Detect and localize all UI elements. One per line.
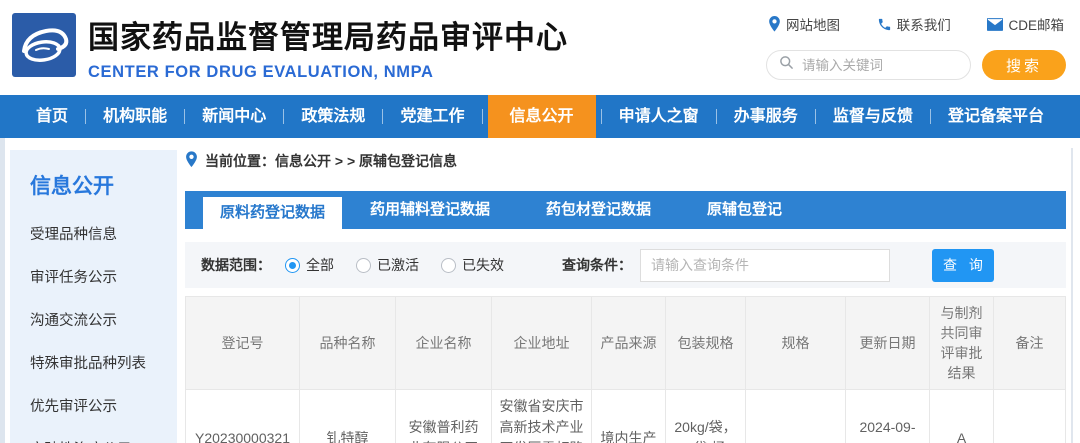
cell-spec <box>745 389 846 443</box>
col-packaging-spec: 包装规格 <box>665 296 746 390</box>
col-registration-number: 登记号 <box>185 296 300 390</box>
phone-icon <box>877 17 892 32</box>
col-company-address: 企业地址 <box>491 296 592 390</box>
radio-expired[interactable]: 已失效 <box>441 255 504 275</box>
sidebar-item-priority-review[interactable]: 优先审评公示 <box>30 398 177 417</box>
title-block: 国家药品监督管理局药品审评中心 CENTER FOR DRUG EVALUATI… <box>88 12 568 82</box>
sidebar-item-review-tasks[interactable]: 审评任务公示 <box>30 269 177 288</box>
table-header-row: 登记号 品种名称 企业名称 企业地址 产品来源 包装规格 规格 更新日期 与制剂… <box>185 296 1066 390</box>
nav-item-info-disclosure[interactable]: 信息公开 <box>487 95 596 138</box>
search-icon <box>779 55 794 75</box>
data-scope-radio-group: 全部 已激活 已失效 <box>285 255 504 275</box>
radio-unselected-icon[interactable] <box>356 257 371 273</box>
breadcrumb-text: 当前位置：信息公开 > > 原辅包登记信息 <box>205 153 458 169</box>
col-joint-review-result: 与制剂共同审评审批结果 <box>929 296 994 390</box>
radio-expired-label: 已失效 <box>462 257 504 273</box>
breadcrumb: 当前位置：信息公开 > > 原辅包登记信息 <box>185 150 1066 172</box>
main-panel: 当前位置：信息公开 > > 原辅包登记信息 原料药登记数据 药用辅料登记数据 药… <box>185 150 1066 443</box>
site-title: 国家药品监督管理局药品审评中心 <box>88 20 568 55</box>
nav-separator <box>85 109 87 124</box>
table-row: Y20230000321 钆特醇 安徽普利药业有限公司 安徽省安庆市高新技术产业… <box>185 389 1066 443</box>
nav-separator <box>283 109 285 124</box>
nav-separator <box>184 109 186 124</box>
sidebar-item-special-approval-list[interactable]: 特殊审批品种列表 <box>30 355 177 374</box>
col-remarks: 备注 <box>993 296 1066 390</box>
nav-item-registration-platform[interactable]: 登记备案平台 <box>936 95 1056 138</box>
nav-separator <box>929 109 931 124</box>
left-edge-stripe <box>0 138 5 443</box>
sidebar-item-communication[interactable]: 沟通交流公示 <box>30 312 177 331</box>
registration-table: 登记号 品种名称 企业名称 企业地址 产品来源 包装规格 规格 更新日期 与制剂… <box>185 296 1066 443</box>
mail-icon <box>987 17 1004 31</box>
cell-registration-number: Y20230000321 <box>185 389 300 443</box>
sidebar-info-disclosure: 信息公开 受理品种信息 审评任务公示 沟通交流公示 特殊审批品种列表 优先审评公… <box>10 150 177 443</box>
radio-all-label: 全部 <box>306 257 334 273</box>
main-nav: 首页 机构职能 新闻中心 政策法规 党建工作 信息公开 申请人之窗 办事服务 监… <box>0 95 1080 138</box>
registration-tabs: 原料药登记数据 药用辅料登记数据 药包材登记数据 原辅包登记 <box>185 191 1066 229</box>
location-pin-icon <box>185 151 198 171</box>
location-pin-icon <box>768 16 781 32</box>
nav-separator <box>715 109 717 124</box>
radio-all[interactable]: 全部 <box>285 255 334 275</box>
cell-update-date: 2024-09-30 <box>845 389 930 443</box>
nav-item-news[interactable]: 新闻中心 <box>190 95 278 138</box>
search-button[interactable]: 搜索 <box>982 50 1066 80</box>
tab-api-registration-data[interactable]: 原料药登记数据 <box>203 197 343 229</box>
query-condition-label: 查询条件： <box>562 257 632 273</box>
cde-logo-icon <box>12 13 76 77</box>
sidebar-item-accepted-varieties[interactable]: 受理品种信息 <box>30 226 177 245</box>
nav-separator <box>600 109 602 124</box>
nav-item-services[interactable]: 办事服务 <box>722 95 810 138</box>
page: 国家药品监督管理局药品审评中心 CENTER FOR DRUG EVALUATI… <box>0 0 1080 443</box>
radio-activated-label: 已激活 <box>377 257 419 273</box>
cell-company-name: 安徽普利药业有限公司 <box>395 389 492 443</box>
nav-item-party[interactable]: 党建工作 <box>388 95 476 138</box>
nav-item-supervision[interactable]: 监督与反馈 <box>821 95 925 138</box>
col-product-source: 产品来源 <box>591 296 666 390</box>
cde-mail-link[interactable]: CDE邮箱 <box>987 14 1064 34</box>
tab-api-excipient-packaging-registration[interactable]: 原辅包登记 <box>679 191 810 229</box>
nav-item-home[interactable]: 首页 <box>24 95 80 138</box>
keyword-search-input[interactable] <box>802 57 952 73</box>
nav-separator <box>481 109 483 124</box>
radio-unselected-icon[interactable] <box>441 257 456 273</box>
nav-separator <box>382 109 384 124</box>
contact-label: 联系我们 <box>896 18 951 33</box>
col-update-date: 更新日期 <box>845 296 930 390</box>
filter-bar: 数据范围： 全部 已激活 已失效 查询条件： 请输入查询条件 查 询 <box>185 242 1066 288</box>
cell-remarks <box>993 389 1066 443</box>
data-scope-label: 数据范围： <box>201 257 271 273</box>
tab-excipient-registration-data[interactable]: 药用辅料登记数据 <box>342 191 518 229</box>
nav-item-functions[interactable]: 机构职能 <box>91 95 179 138</box>
col-company-name: 企业名称 <box>395 296 492 390</box>
query-condition-input[interactable] <box>640 248 890 282</box>
cell-variety-name: 钆特醇 <box>299 389 396 443</box>
tab-packaging-material-registration-data[interactable]: 药包材登记数据 <box>518 191 679 229</box>
site-header: 国家药品监督管理局药品审评中心 CENTER FOR DRUG EVALUATI… <box>0 0 1080 95</box>
nav-item-applicant-window[interactable]: 申请人之窗 <box>607 95 711 138</box>
col-variety-name: 品种名称 <box>299 296 396 390</box>
cell-packaging-spec: 20kg/袋，1袋/桶 <box>665 389 746 443</box>
sidebar-title: 信息公开 <box>30 175 114 198</box>
nav-separator <box>814 109 816 124</box>
content-right-border <box>1071 148 1073 443</box>
header-right: 网站地图 联系我们 CDE邮箱 请输入关键词 搜索 <box>766 10 1066 80</box>
cell-joint-review-result: A <box>929 389 994 443</box>
content: 信息公开 受理品种信息 审评任务公示 沟通交流公示 特殊审批品种列表 优先审评公… <box>0 150 1080 443</box>
radio-activated[interactable]: 已激活 <box>356 255 419 275</box>
sitemap-link[interactable]: 网站地图 <box>768 14 840 34</box>
query-button[interactable]: 查 询 <box>932 248 994 282</box>
cell-product-source: 境内生产 <box>591 389 666 443</box>
cell-company-address: 安徽省安庆市高新技术产业开发区霞虹路58号 <box>491 389 592 443</box>
search-box[interactable] <box>766 50 971 80</box>
quick-links: 网站地图 联系我们 CDE邮箱 <box>766 10 1066 34</box>
radio-selected-icon[interactable] <box>285 257 300 273</box>
sitemap-label: 网站地图 <box>786 18 840 33</box>
search-row: 搜索 <box>766 50 1066 80</box>
site-subtitle: CENTER FOR DRUG EVALUATION, NMPA <box>88 63 434 81</box>
contact-link[interactable]: 联系我们 <box>877 14 951 34</box>
nav-item-policy[interactable]: 政策法规 <box>289 95 377 138</box>
cde-mail-label: CDE邮箱 <box>1008 18 1064 33</box>
col-spec: 规格 <box>745 296 846 390</box>
